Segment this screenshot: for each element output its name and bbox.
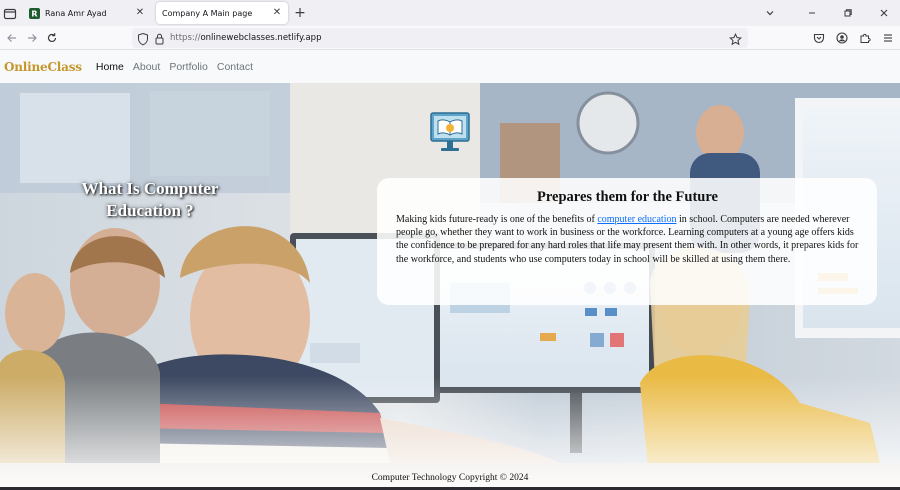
close-window-icon[interactable]	[874, 5, 894, 21]
star-icon[interactable]	[729, 31, 742, 50]
nav-link-portfolio[interactable]: Portfolio	[169, 61, 208, 73]
web-page: OnlineClass Home About Portfolio Contact	[0, 51, 900, 490]
hero-section: What Is Computer Education ? Prepares th…	[0, 83, 900, 490]
lock-icon[interactable]	[154, 31, 165, 50]
url-text[interactable]: https://onlinewebclasses.netlify.app	[170, 28, 321, 48]
back-arrow-icon[interactable]	[4, 30, 20, 46]
forward-arrow-icon[interactable]	[24, 30, 40, 46]
hero-heading: What Is Computer Education ?	[40, 178, 260, 222]
footer-copyright: Computer Technology Copyright © 2024	[371, 473, 529, 483]
menu-icon[interactable]	[880, 30, 896, 46]
site-nav-links: Home About Portfolio Contact	[96, 61, 262, 73]
extensions-icon[interactable]	[857, 30, 873, 46]
tab-title: Rana Amr Ayad	[45, 8, 107, 18]
site-brand[interactable]: OnlineClass	[4, 60, 82, 74]
tab-close-icon[interactable]: ✕	[270, 6, 284, 20]
browser-navigation-bar: https://onlinewebclasses.netlify.app	[0, 26, 900, 50]
tab-close-icon[interactable]: ✕	[133, 6, 147, 20]
card-text-before-link: Making kids future-ready is one of the b…	[396, 214, 598, 225]
site-navbar: OnlineClass Home About Portfolio Contact	[0, 51, 900, 83]
computer-education-link[interactable]: computer education	[597, 214, 676, 225]
green-r-favicon-icon: R	[29, 7, 40, 19]
url-protocol: https://	[170, 33, 201, 43]
card-text: Making kids future-ready is one of the b…	[396, 213, 859, 266]
nav-link-home[interactable]: Home	[96, 61, 124, 73]
address-bar[interactable]: https://onlinewebclasses.netlify.app	[132, 28, 748, 48]
nav-link-contact[interactable]: Contact	[217, 61, 253, 73]
browser-tab-company-a[interactable]: Company A Main page ✕	[156, 2, 288, 24]
hero-heading-line-2: Education ?	[106, 201, 194, 220]
account-icon[interactable]	[834, 30, 850, 46]
nav-link-about[interactable]: About	[133, 61, 160, 73]
reload-icon[interactable]	[44, 30, 60, 46]
tab-title: Company A Main page	[162, 8, 253, 18]
shield-icon[interactable]	[137, 31, 149, 50]
restore-icon[interactable]	[838, 5, 858, 21]
pocket-icon[interactable]	[811, 30, 827, 46]
hero-heading-line-1: What Is Computer	[81, 179, 219, 198]
chevron-down-icon[interactable]	[760, 5, 780, 21]
minimize-icon[interactable]	[802, 5, 822, 21]
url-host: onlinewebclasses.netlify.app	[200, 33, 322, 43]
browser-tab-bar: R Rana Amr Ayad ✕ Company A Main page ✕ …	[0, 0, 900, 26]
info-card: Prepares them for the Future Making kids…	[377, 178, 877, 305]
tab-list-icon[interactable]	[3, 6, 17, 20]
browser-tab-rana-amr-ayad[interactable]: R Rana Amr Ayad ✕	[23, 2, 151, 24]
new-tab-button[interactable]: +	[292, 5, 308, 21]
computer-book-icon	[426, 109, 474, 157]
card-title: Prepares them for the Future	[537, 189, 718, 205]
svg-text:R: R	[31, 9, 37, 18]
